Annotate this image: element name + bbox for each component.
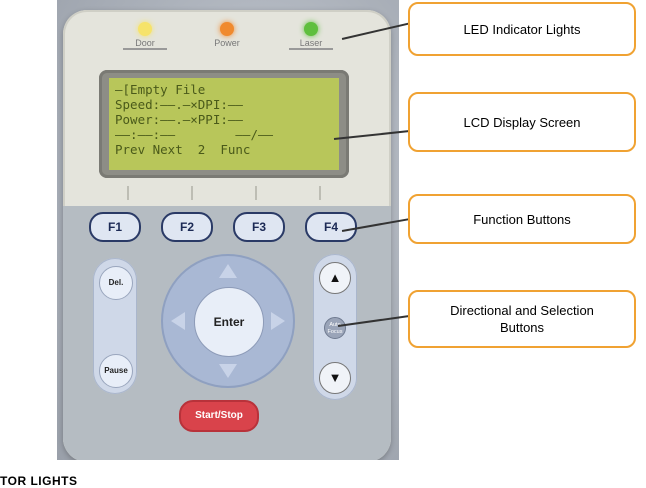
arrow-right-icon[interactable] bbox=[271, 312, 285, 330]
section-heading-fragment: TOR LIGHTS bbox=[0, 474, 78, 488]
f3-button[interactable]: F3 bbox=[233, 212, 285, 242]
lcd-display-screen: —[Empty File Speed:——.—×DPI:—— Power:——.… bbox=[109, 78, 339, 170]
led-laser-light bbox=[304, 22, 318, 36]
callout-lcd-display-screen: LCD Display Screen bbox=[408, 92, 636, 152]
f1-button[interactable]: F1 bbox=[89, 212, 141, 242]
tick-mark bbox=[319, 186, 321, 200]
del-button[interactable]: Del. bbox=[99, 266, 133, 300]
directional-pad: Enter bbox=[161, 254, 295, 388]
callout-led-indicator-lights: LED Indicator Lights bbox=[408, 2, 636, 56]
led-door: Door bbox=[115, 22, 175, 50]
function-key-row: F1 F2 F3 F4 bbox=[63, 212, 391, 242]
led-power-light bbox=[220, 22, 234, 36]
f2-button[interactable]: F2 bbox=[161, 212, 213, 242]
auto-focus-button[interactable]: Auto Focus bbox=[324, 317, 346, 339]
lcd-line-1: —[Empty File bbox=[115, 82, 206, 97]
callout-function-buttons: Function Buttons bbox=[408, 194, 636, 244]
tick-mark bbox=[255, 186, 257, 200]
led-door-label: Door bbox=[123, 38, 167, 50]
led-power-label: Power bbox=[214, 38, 240, 48]
lcd-line-4: ——:——:—— ——/—— bbox=[115, 127, 274, 142]
lcd-bezel: —[Empty File Speed:——.—×DPI:—— Power:——.… bbox=[99, 70, 349, 178]
tick-mark bbox=[191, 186, 193, 200]
f4-button[interactable]: F4 bbox=[305, 212, 357, 242]
lcd-line-5: Prev Next 2 Func bbox=[115, 142, 251, 157]
down-button[interactable]: ▼ bbox=[319, 362, 351, 394]
start-stop-button[interactable]: Start/Stop bbox=[179, 400, 259, 432]
led-door-light bbox=[138, 22, 152, 36]
lcd-line-3: Power:——.—×PPI:—— bbox=[115, 112, 243, 127]
up-button[interactable]: ▲ bbox=[319, 262, 351, 294]
led-laser-label: Laser bbox=[289, 38, 333, 50]
control-panel: Door Power Laser —[Empty File Speed:——.—… bbox=[63, 10, 391, 460]
led-indicator-row: Door Power Laser bbox=[63, 22, 391, 62]
arrow-up-icon[interactable] bbox=[219, 264, 237, 278]
tick-mark bbox=[127, 186, 129, 200]
led-laser: Laser bbox=[281, 22, 341, 50]
pause-button[interactable]: Pause bbox=[99, 354, 133, 388]
arrow-left-icon[interactable] bbox=[171, 312, 185, 330]
lcd-key-ticks bbox=[99, 186, 349, 200]
arrow-down-icon[interactable] bbox=[219, 364, 237, 378]
led-power: Power bbox=[197, 22, 257, 48]
enter-button[interactable]: Enter bbox=[194, 287, 264, 357]
lcd-line-2: Speed:——.—×DPI:—— bbox=[115, 97, 243, 112]
callout-directional-selection-buttons: Directional and Selection Buttons bbox=[408, 290, 636, 348]
